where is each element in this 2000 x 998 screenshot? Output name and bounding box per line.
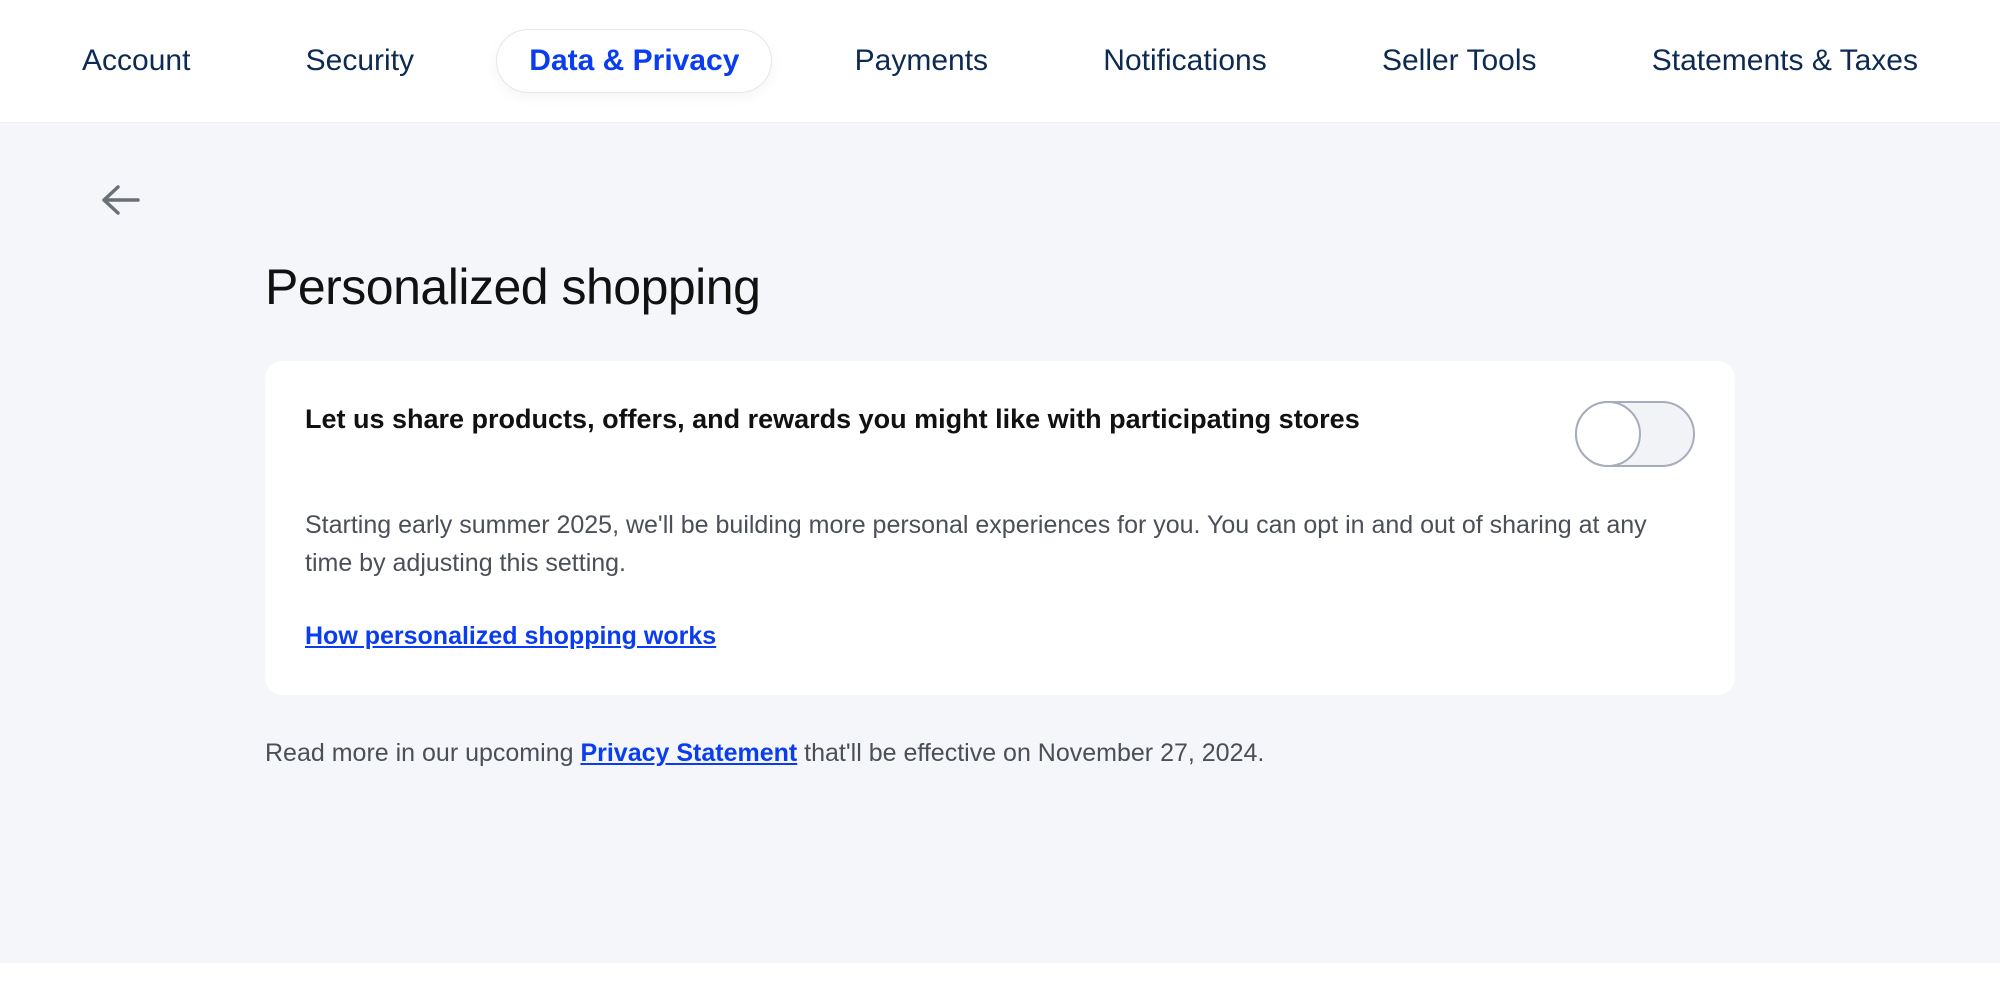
content-area: Personalized shopping Let us share produ… — [0, 123, 2000, 963]
card-title: Let us share products, offers, and rewar… — [305, 401, 1360, 437]
personalized-shopping-card: Let us share products, offers, and rewar… — [265, 361, 1735, 695]
tab-data-privacy[interactable]: Data & Privacy — [497, 30, 771, 92]
footer-note: Read more in our upcoming Privacy Statem… — [265, 735, 1735, 773]
page-title: Personalized shopping — [265, 258, 1735, 316]
card-body-text: Starting early summer 2025, we'll be bui… — [305, 507, 1685, 582]
toggle-knob — [1575, 401, 1641, 467]
back-arrow-icon[interactable] — [100, 183, 140, 222]
tab-payments[interactable]: Payments — [823, 30, 1020, 92]
card-header-row: Let us share products, offers, and rewar… — [305, 401, 1695, 467]
tab-seller-tools[interactable]: Seller Tools — [1350, 30, 1569, 92]
tab-security[interactable]: Security — [274, 30, 446, 92]
tab-statements-taxes[interactable]: Statements & Taxes — [1620, 30, 1950, 92]
footer-suffix: that'll be effective on November 27, 202… — [797, 739, 1264, 767]
share-toggle[interactable] — [1575, 401, 1695, 467]
how-it-works-link[interactable]: How personalized shopping works — [305, 622, 716, 651]
page-inner: Personalized shopping Let us share produ… — [265, 168, 1735, 773]
settings-tabs: Account Security Data & Privacy Payments… — [0, 0, 2000, 123]
tab-notifications[interactable]: Notifications — [1071, 30, 1298, 92]
footer-prefix: Read more in our upcoming — [265, 739, 580, 767]
privacy-statement-link[interactable]: Privacy Statement — [580, 739, 797, 767]
tab-account[interactable]: Account — [50, 30, 222, 92]
